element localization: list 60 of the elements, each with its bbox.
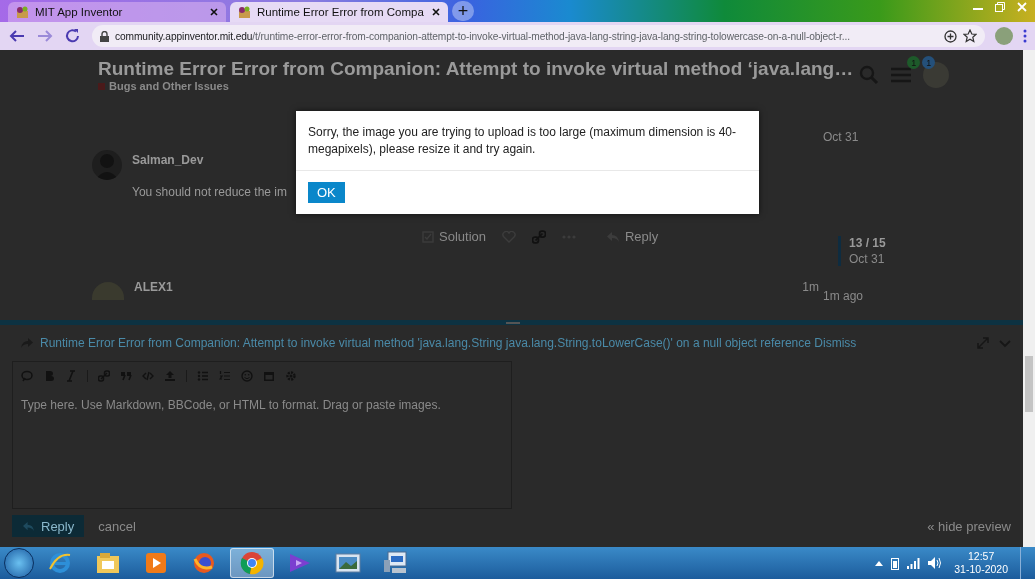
picture-window-icon[interactable] [335, 553, 361, 573]
timeline-date: Oct 31 [849, 252, 886, 266]
computer-icon[interactable] [383, 551, 409, 575]
folder-icon[interactable] [96, 552, 120, 574]
profile-avatar[interactable] [995, 27, 1013, 45]
post-age: 1m [802, 280, 819, 294]
address-bar[interactable]: community.appinventor.mit.edu/t/runtime-error-error-from-companion-attempt-to-invoke-virtual-method-java-lang-string-java-lang-string-tolowercase-on-a-null-object-r... [92, 25, 985, 47]
timeline-last-post[interactable]: 1m ago [823, 289, 1023, 303]
plus-circle-icon[interactable] [944, 29, 957, 43]
ribbon-icon[interactable] [288, 552, 312, 574]
speaker-icon[interactable] [928, 557, 943, 569]
reply-to-link[interactable]: Runtime Error Error from Companion: Attempt to invoke virtual method 'java.lang.String java.lang.String.toLowerCase()' on a null object reference Dismiss [40, 336, 857, 350]
scrollbar[interactable] [1023, 50, 1035, 547]
menu-icon[interactable] [1023, 29, 1027, 43]
new-tab-button[interactable]: + [452, 1, 474, 21]
solution-button[interactable]: Solution [422, 229, 486, 244]
category-link[interactable]: Bugs and Other Issues [98, 80, 854, 92]
tab-title: Runtime Error Error from Compa [257, 6, 425, 18]
start-button[interactable] [4, 548, 34, 578]
close-icon[interactable] [432, 8, 440, 16]
signal-bars-icon[interactable] [907, 557, 921, 569]
taskbar-app[interactable] [230, 548, 274, 578]
editor-field[interactable]: Type here. Use Markdown, BBCode, or HTML to format. Drag or paste images. [13, 390, 511, 508]
reload-icon[interactable] [64, 28, 82, 44]
reply-button[interactable]: Reply [606, 229, 659, 244]
notification-badge[interactable]: 1 [907, 56, 921, 69]
close-icon[interactable] [210, 8, 218, 16]
restore-icon[interactable] [995, 2, 1005, 12]
ok-button[interactable]: OK [308, 182, 345, 203]
tab-title: MIT App Inventor [35, 6, 124, 18]
timeline-position[interactable]: 13 / 15 [849, 236, 1023, 250]
user-silhouette-icon [92, 150, 122, 180]
post-date: Oct 31 [823, 130, 860, 144]
editor-field[interactable]: Type here. Use Markdown, BBCode, or HTML to format. Drag or paste images. [12, 361, 512, 509]
browser-tab[interactable]: MIT App Inventor [8, 2, 226, 22]
post-text: You should not reduce the im [132, 185, 287, 199]
ie-logo-icon[interactable] [48, 551, 72, 575]
clock[interactable]: 12:57 31-10-2020 [950, 550, 1012, 576]
user-avatar[interactable] [923, 62, 950, 88]
app-favicon-icon [16, 5, 29, 19]
lock-icon [100, 30, 109, 42]
battery-icon[interactable] [891, 556, 900, 570]
post-author[interactable]: Salman_Dev [132, 153, 287, 167]
reply-arrow-icon [22, 520, 35, 532]
dialog-message: Sorry, the image you are trying to upload is too large (maximum dimension is 40-megapixels), please resize it and try again. [296, 111, 759, 171]
star-icon[interactable] [963, 29, 977, 43]
app-favicon-icon [238, 5, 251, 19]
cancel-link[interactable]: cancel [98, 518, 136, 534]
reply-button[interactable]: Reply [12, 515, 85, 537]
url-text: community.appinventor.mit.edu/t/runtime-error-error-from-companion-attempt-to-invoke-virtual-method-java-lang-string-java-lang-string-tolowercase-on-a-null-object-r... [115, 30, 850, 42]
back-arrow-icon[interactable] [8, 28, 26, 44]
play-icon[interactable] [145, 552, 167, 574]
topic-title: Runtime Error Error from Companion: Attempt to invoke virtual method ‘java.lang… [98, 58, 854, 80]
forward-arrow-icon[interactable] [36, 28, 54, 44]
post-author[interactable]: ALEX1 [134, 280, 173, 294]
caret-up-icon[interactable] [875, 560, 884, 566]
hide-preview-link[interactable]: « hide preview [927, 518, 1011, 534]
notification-badge[interactable]: 1 [922, 56, 936, 69]
browser-tab[interactable]: Runtime Error Error from Compa [230, 2, 448, 22]
chrome-logo-icon[interactable] [240, 551, 264, 575]
